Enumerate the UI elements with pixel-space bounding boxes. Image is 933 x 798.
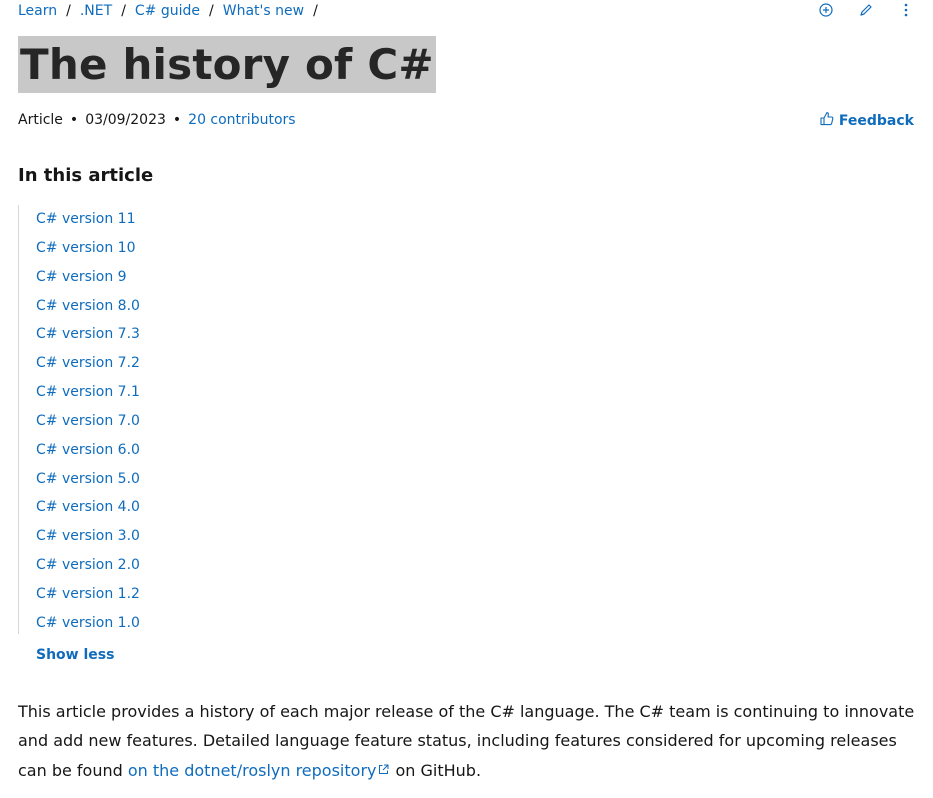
toc-link-csharp-7-3[interactable]: C# version 7.3 [36,326,140,342]
list-item: C# version 10 [36,234,140,263]
breadcrumb-separator: / [209,3,214,19]
list-item: C# version 5.0 [36,465,140,494]
contributors-link[interactable]: 20 contributors [188,112,295,128]
feedback-label: Feedback [838,112,914,129]
toc-link-csharp-3-0[interactable]: C# version 3.0 [36,528,140,544]
page-title-highlight: The history of C# [18,36,436,93]
breadcrumb-learn[interactable]: Learn [18,3,57,19]
toc-link-csharp-10[interactable]: C# version 10 [36,240,136,256]
thumbs-up-icon [820,111,834,130]
toc-list: C# version 11 C# version 10 C# version 9… [18,205,140,634]
list-item: C# version 7.2 [36,349,140,378]
breadcrumb-whats-new[interactable]: What's new [223,3,304,19]
toc-link-csharp-9[interactable]: C# version 9 [36,269,127,285]
toc-link-csharp-6-0[interactable]: C# version 6.0 [36,442,140,458]
intro-paragraph: This article provides a history of each … [18,697,918,785]
toc-link-csharp-1-2[interactable]: C# version 1.2 [36,586,140,602]
breadcrumb-separator: / [66,3,71,19]
list-item: C# version 7.1 [36,378,140,407]
breadcrumb: Learn / .NET / C# guide / What's new / [18,1,327,21]
list-item: C# version 1.0 [36,609,140,638]
breadcrumb-separator: / [313,3,318,19]
meta-separator: • [172,112,182,128]
feedback-button[interactable]: Feedback [820,111,914,130]
intro-text-end: on GitHub. [395,761,482,780]
list-item: C# version 11 [36,205,140,234]
list-item: C# version 7.0 [36,407,140,436]
list-item: C# version 4.0 [36,493,140,522]
toc-link-csharp-4-0[interactable]: C# version 4.0 [36,499,140,515]
toc-link-csharp-7-0[interactable]: C# version 7.0 [36,413,140,429]
roslyn-repository-link[interactable]: on the dotnet/roslyn repository [128,761,396,780]
roslyn-link-text: on the dotnet/roslyn repository [127,761,377,780]
breadcrumb-dotnet[interactable]: .NET [80,3,112,19]
edit-pencil-icon[interactable] [857,1,875,19]
toc-link-csharp-11[interactable]: C# version 11 [36,211,136,227]
toc-link-csharp-2-0[interactable]: C# version 2.0 [36,557,140,573]
toc-link-csharp-5-0[interactable]: C# version 5.0 [36,471,140,487]
toc-link-csharp-8-0[interactable]: C# version 8.0 [36,298,140,314]
breadcrumb-separator: / [121,3,126,19]
article-date: 03/09/2023 [85,112,166,128]
page-actions [817,1,915,19]
add-circle-icon[interactable] [817,1,835,19]
list-item: C# version 9 [36,263,140,292]
article-type: Article [18,112,63,128]
more-vertical-icon[interactable] [897,1,915,19]
list-item: C# version 6.0 [36,436,140,465]
meta-separator: • [69,112,79,128]
article-meta: Article • 03/09/2023 • 20 contributors [18,112,296,128]
list-item: C# version 3.0 [36,522,140,551]
toc-link-csharp-7-1[interactable]: C# version 7.1 [36,384,140,400]
page-title: The history of C# [20,40,434,89]
toc-link-csharp-7-2[interactable]: C# version 7.2 [36,355,140,371]
breadcrumb-csharp-guide[interactable]: C# guide [135,3,200,19]
external-link-icon [378,755,389,784]
list-item: C# version 7.3 [36,320,140,349]
list-item: C# version 8.0 [36,292,140,321]
show-less-button[interactable]: Show less [36,647,114,663]
toc-heading: In this article [18,165,154,186]
list-item: C# version 2.0 [36,551,140,580]
toc-link-csharp-1-0[interactable]: C# version 1.0 [36,615,140,631]
list-item: C# version 1.2 [36,580,140,609]
